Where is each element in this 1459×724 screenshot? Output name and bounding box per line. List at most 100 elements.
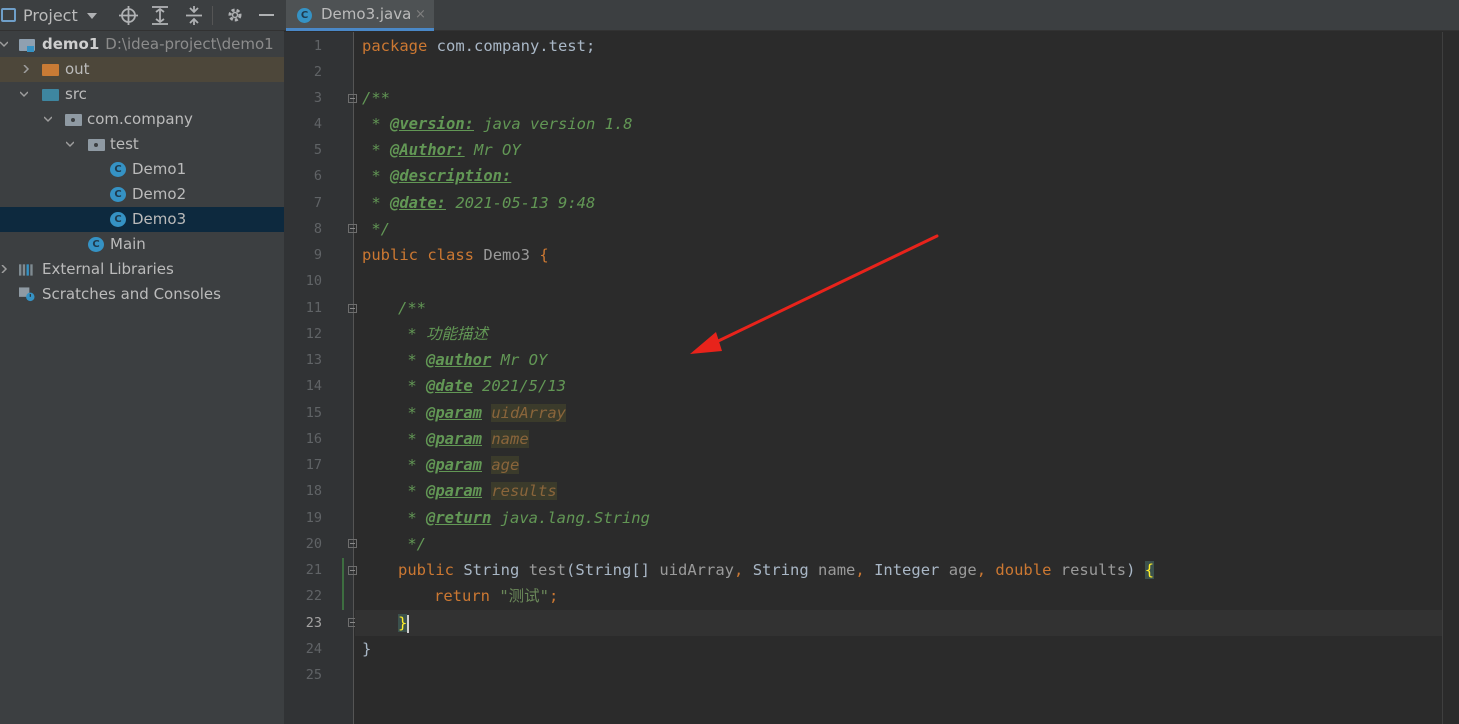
code-editor[interactable]: package com.company.test; /** * @version… <box>355 32 1459 724</box>
tree-item-label: Scratches and Consoles <box>42 285 221 303</box>
line-number: 16 <box>305 431 322 447</box>
code-line-13: * @author Mr OY <box>398 351 548 369</box>
tree-item-label: Demo1 <box>132 160 187 178</box>
line-number: 12 <box>305 326 322 342</box>
chevron-right-icon[interactable] <box>0 265 8 273</box>
tree-item-label: demo1 D:\idea-project\demo1 <box>42 35 274 53</box>
line-number: 22 <box>305 588 322 604</box>
code-line-20: */ <box>398 535 426 553</box>
line-number: 11 <box>305 300 322 316</box>
code-line-24: } <box>362 640 372 658</box>
close-icon[interactable]: × <box>415 0 426 29</box>
code-line-8: */ <box>362 220 390 238</box>
line-number: 1 <box>313 38 322 54</box>
code-line-14: * @date 2021/5/13 <box>398 377 566 395</box>
line-number: 17 <box>305 457 322 473</box>
chevron-down-icon[interactable] <box>66 140 74 148</box>
tree-item-scratches[interactable]: Scratches and Consoles <box>0 282 284 307</box>
tab-label: Demo3.java <box>321 5 412 23</box>
code-line-12: * 功能描述 <box>398 325 488 343</box>
chevron-down-icon[interactable] <box>44 115 52 123</box>
tree-item-label: out <box>65 60 90 78</box>
line-number: 2 <box>313 64 322 80</box>
module-folder-icon <box>19 37 35 52</box>
package-icon <box>65 112 82 127</box>
excluded-folder-icon <box>42 62 59 77</box>
line-number: 13 <box>305 352 322 368</box>
tree-item-label: test <box>110 135 139 153</box>
chevron-right-icon[interactable] <box>22 65 30 73</box>
text-caret <box>407 614 410 633</box>
tree-item-demo3-class[interactable]: Demo3 <box>0 207 284 232</box>
tree-item-label: Demo3 <box>132 210 187 228</box>
code-line-17: * @param age <box>398 456 520 474</box>
code-line-6: * @description: <box>362 167 512 185</box>
code-line-21: public String test(String[] uidArray, St… <box>398 561 1155 579</box>
tree-item-label: Main <box>110 235 146 253</box>
project-view-icon[interactable] <box>1 8 16 22</box>
libraries-icon <box>19 264 33 276</box>
tree-item-test[interactable]: test <box>0 132 284 157</box>
code-line-18: * @param results <box>398 482 557 500</box>
code-line-23: } <box>398 614 410 633</box>
tree-item-demo1-class[interactable]: Demo1 <box>0 157 284 182</box>
package-icon <box>88 137 105 152</box>
line-number: 9 <box>313 247 322 263</box>
tab-demo3-java[interactable]: Demo3.java × <box>286 0 434 31</box>
line-number: 14 <box>305 378 322 394</box>
tree-item-main-class[interactable]: Main <box>0 232 284 257</box>
tree-item-label: External Libraries <box>42 260 174 278</box>
line-number: 24 <box>305 641 322 657</box>
line-number: 4 <box>313 116 322 132</box>
expand-all-icon[interactable] <box>151 6 169 25</box>
line-number: 21 <box>305 562 322 578</box>
chevron-down-icon[interactable] <box>0 40 8 48</box>
project-view-title[interactable]: Project <box>23 0 78 31</box>
code-line-5: * @Author: Mr OY <box>362 141 521 159</box>
code-line-11: /** <box>398 299 426 317</box>
scratches-icon <box>19 287 35 302</box>
locate-icon[interactable] <box>119 6 138 25</box>
collapse-all-icon[interactable] <box>185 6 203 25</box>
tree-item-label: Demo2 <box>132 185 187 203</box>
chevron-down-icon[interactable] <box>20 90 28 98</box>
line-number: 5 <box>313 142 322 158</box>
line-number-current: 23 <box>305 615 322 631</box>
code-line-9: public class Demo3 { <box>362 246 549 264</box>
code-line-3: /** <box>362 89 390 107</box>
code-line-4: * @version: java version 1.8 <box>362 115 633 133</box>
code-line-19: * @return java.lang.String <box>398 509 650 527</box>
line-number: 8 <box>313 221 322 237</box>
line-number: 3 <box>313 90 322 106</box>
java-runnable-class-icon <box>88 237 104 252</box>
tree-item-label: com.company <box>87 110 193 128</box>
code-line-22: return "测试"; <box>434 587 559 605</box>
tree-item-src[interactable]: src <box>0 82 284 107</box>
project-toolbar: Project <box>0 0 284 31</box>
code-line-16: * @param name <box>398 430 529 448</box>
tree-item-demo2-class[interactable]: Demo2 <box>0 182 284 207</box>
line-number: 19 <box>305 510 322 526</box>
line-number: 10 <box>305 273 322 289</box>
minimize-icon[interactable] <box>259 14 274 16</box>
tree-item-com-company[interactable]: com.company <box>0 107 284 132</box>
project-panel: Project demo1 D:\idea-project\demo1 out s… <box>0 0 284 724</box>
tree-item-label: src <box>65 85 87 103</box>
module-path: D:\idea-project\demo1 <box>105 35 274 53</box>
chevron-down-icon[interactable] <box>87 13 97 19</box>
line-number: 7 <box>313 195 322 211</box>
tree-item-out[interactable]: out <box>0 57 284 82</box>
line-number-gutter[interactable]: 1 2 3 4 5 6 7 8 9 10 11 12 13 14 15 16 1… <box>284 32 357 724</box>
code-line-1: package com.company.test; <box>362 37 596 55</box>
java-class-icon <box>110 162 126 177</box>
line-number: 18 <box>305 483 322 499</box>
gear-icon[interactable] <box>226 6 244 24</box>
java-class-icon <box>110 187 126 202</box>
tree-item-demo1[interactable]: demo1 D:\idea-project\demo1 <box>0 32 284 57</box>
code-line-15: * @param uidArray <box>398 404 566 422</box>
editor-tab-bar: Demo3.java × <box>284 0 1459 31</box>
line-number: 15 <box>305 405 322 421</box>
tree-item-external-libraries[interactable]: External Libraries <box>0 257 284 282</box>
line-number: 6 <box>313 168 322 184</box>
line-number: 25 <box>305 667 322 683</box>
